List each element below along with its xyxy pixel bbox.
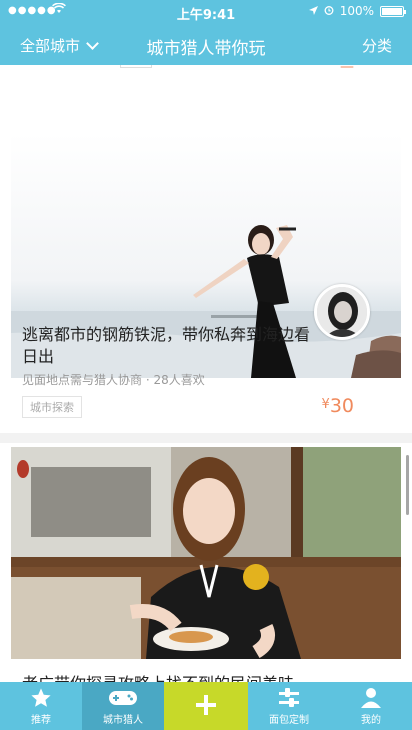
tab-recommend[interactable]: 推荐 [0, 682, 82, 730]
price-value: 30 [329, 395, 354, 417]
tab-mine[interactable]: 我的 [330, 682, 412, 730]
status-bar: ●●●●● 上午9:41 100% [0, 0, 412, 24]
card-tag[interactable]: 城市探索 [22, 396, 82, 418]
star-icon [0, 687, 82, 711]
nav-bar: 全部城市 城市猎人带你玩 分类 [0, 24, 412, 65]
alarm-icon [324, 4, 334, 18]
previous-card-tag [120, 65, 152, 68]
activity-feed[interactable]: — 逃离都市的钢筋铁泥，带你私奔到海边看日出 见面地点需与猎人协商 · 28人喜… [0, 65, 412, 682]
tab-label: 面包定制 [269, 715, 309, 726]
status-right: 100% [308, 4, 406, 18]
battery-percent: 100% [339, 4, 374, 18]
currency-symbol: ¥ [321, 397, 330, 412]
card-meta: 见面地点需与猎人协商 · 28人喜欢 [22, 373, 205, 387]
tab-create[interactable] [164, 682, 248, 730]
person-icon [330, 687, 412, 711]
tab-label: 城市猎人 [103, 715, 143, 726]
gamepad-icon [82, 687, 164, 711]
plus-icon [164, 694, 248, 718]
tab-bar: 推荐 城市猎人 面包定制 我的 [0, 682, 412, 730]
sliders-icon [248, 687, 330, 711]
hunter-avatar[interactable] [314, 284, 370, 340]
tab-label: 我的 [361, 715, 381, 726]
tab-custom[interactable]: 面包定制 [248, 682, 330, 730]
tab-city-hunter[interactable]: 城市猎人 [82, 682, 164, 730]
previous-card-price: — [340, 65, 354, 75]
card-divider [0, 433, 412, 443]
app-header: ●●●●● 上午9:41 100% 全部城市 城市猎人带你玩 分类 [0, 0, 412, 65]
tab-label: 推荐 [31, 715, 51, 726]
scroll-indicator[interactable] [406, 455, 409, 515]
category-button[interactable]: 分类 [362, 35, 392, 56]
card-price: ¥30 [322, 395, 354, 417]
page-title: 城市猎人带你玩 [146, 39, 266, 59]
location-icon [308, 4, 318, 18]
card-title[interactable]: 老广带你探寻攻略上找不到的民间美味 [22, 673, 322, 682]
activity-photo-restaurant[interactable] [11, 447, 401, 659]
card-title[interactable]: 逃离都市的钢筋铁泥，带你私奔到海边看日出 [22, 324, 322, 368]
battery-icon [380, 5, 406, 17]
